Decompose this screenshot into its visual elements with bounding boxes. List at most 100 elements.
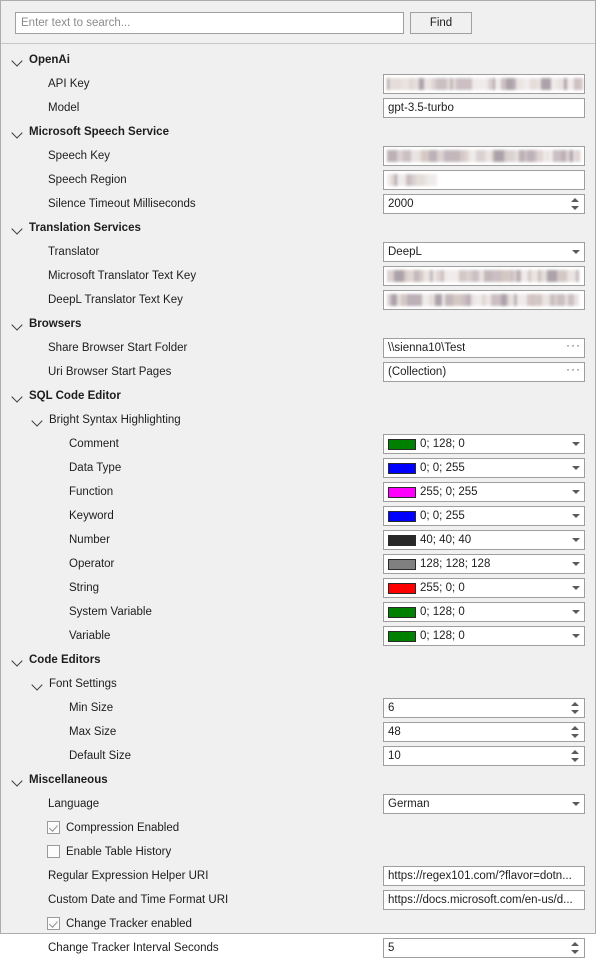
chevron-down-icon[interactable] [572,250,580,254]
property-row-translator[interactable]: Translator DeepL [1,240,595,264]
property-row-change-tracker-interval-seconds[interactable]: Change Tracker Interval Seconds 5 [1,936,595,960]
spinner-down-icon[interactable] [571,710,579,714]
spinner-up-icon[interactable] [571,750,579,754]
chevron-down-icon[interactable] [572,442,580,446]
property-row-operator[interactable]: Operator 128; 128; 128 [1,552,595,576]
chevron-down-icon[interactable] [11,768,25,792]
property-row-system-variable[interactable]: System Variable 0; 128; 0 [1,600,595,624]
text-input-regular-expression-helper-uri[interactable]: https://regex101.com/?flavor=dotn... [383,866,585,886]
secret-input-deepl-translator-text-key[interactable] [383,290,585,310]
color-picker-string[interactable]: 255; 0; 0 [383,578,585,598]
group-row-bright-syntax-highlighting[interactable]: Bright Syntax Highlighting [1,408,595,432]
color-picker-variable[interactable]: 0; 128; 0 [383,626,585,646]
color-picker-data-type[interactable]: 0; 0; 255 [383,458,585,478]
color-picker-system-variable[interactable]: 0; 128; 0 [383,602,585,622]
group-row-microsoft-speech-service[interactable]: Microsoft Speech Service [1,120,595,144]
numeric-input-change-tracker-interval-seconds[interactable]: 5 [383,938,585,958]
group-row-translation-services[interactable]: Translation Services [1,216,595,240]
numeric-input-max-size[interactable]: 48 [383,722,585,742]
property-row-string[interactable]: String 255; 0; 0 [1,576,595,600]
property-row-microsoft-translator-text-key[interactable]: Microsoft Translator Text Key [1,264,595,288]
chevron-down-icon[interactable] [31,408,45,432]
group-row-openai[interactable]: OpenAi [1,48,595,72]
property-row-variable[interactable]: Variable 0; 128; 0 [1,624,595,648]
checkbox-row-enable-table-history[interactable]: Enable Table History [1,840,595,864]
chevron-down-icon[interactable] [572,562,580,566]
checkbox-row-compression-enabled[interactable]: Compression Enabled [1,816,595,840]
spinner-up-icon[interactable] [571,702,579,706]
secret-input-microsoft-translator-text-key[interactable] [383,266,585,286]
chevron-down-icon[interactable] [11,312,25,336]
spinner-up-icon[interactable] [571,726,579,730]
property-row-model[interactable]: Model gpt-3.5-turbo [1,96,595,120]
spinner-down-icon[interactable] [571,734,579,738]
property-row-data-type[interactable]: Data Type 0; 0; 255 [1,456,595,480]
secret-input-speech-region[interactable] [383,170,585,190]
group-row-browsers[interactable]: Browsers [1,312,595,336]
checkbox-checked-icon[interactable] [47,917,60,930]
path-input-uri-browser-start-pages[interactable]: (Collection) ··· [383,362,585,382]
chevron-down-icon[interactable] [31,672,45,696]
chevron-down-icon[interactable] [572,514,580,518]
chevron-down-icon[interactable] [572,802,580,806]
chevron-down-icon[interactable] [11,384,25,408]
spinner-up-icon[interactable] [571,198,579,202]
checkbox-unchecked-icon[interactable] [47,845,60,858]
chevron-down-icon[interactable] [572,634,580,638]
color-picker-comment[interactable]: 0; 128; 0 [383,434,585,454]
spinner-up-icon[interactable] [571,942,579,946]
property-row-function[interactable]: Function 255; 0; 255 [1,480,595,504]
property-grid[interactable]: OpenAi API Key Model gpt-3.5-turbo Microsoft… [1,44,595,958]
property-row-language[interactable]: Language German [1,792,595,816]
spinner-down-icon[interactable] [571,950,579,954]
chevron-down-icon[interactable] [572,490,580,494]
chevron-down-icon[interactable] [11,216,25,240]
property-row-custom-date-and-time-format-uri[interactable]: Custom Date and Time Format URI https://d… [1,888,595,912]
property-row-deepl-translator-text-key[interactable]: DeepL Translator Text Key [1,288,595,312]
find-button[interactable]: Find [410,12,472,34]
color-picker-function[interactable]: 255; 0; 255 [383,482,585,502]
property-row-max-size[interactable]: Max Size 48 [1,720,595,744]
spinner-down-icon[interactable] [571,758,579,762]
secret-input-speech-key[interactable] [383,146,585,166]
secret-input-api-key[interactable] [383,74,585,94]
chevron-down-icon[interactable] [572,610,580,614]
property-row-default-size[interactable]: Default Size 10 [1,744,595,768]
group-row-code-editors[interactable]: Code Editors [1,648,595,672]
group-row-sql-code-editor[interactable]: SQL Code Editor [1,384,595,408]
property-row-uri-browser-start-pages[interactable]: Uri Browser Start Pages (Collection) ··· [1,360,595,384]
ellipsis-button[interactable]: ··· [566,339,581,357]
group-row-miscellaneous[interactable]: Miscellaneous [1,768,595,792]
chevron-down-icon[interactable] [11,120,25,144]
property-row-api-key[interactable]: API Key [1,72,595,96]
chevron-down-icon[interactable] [572,538,580,542]
chevron-down-icon[interactable] [11,48,25,72]
color-picker-number[interactable]: 40; 40; 40 [383,530,585,550]
group-row-font-settings[interactable]: Font Settings [1,672,595,696]
chevron-down-icon[interactable] [572,586,580,590]
property-row-keyword[interactable]: Keyword 0; 0; 255 [1,504,595,528]
numeric-input-silence-timeout-milliseconds[interactable]: 2000 [383,194,585,214]
property-row-min-size[interactable]: Min Size 6 [1,696,595,720]
numeric-input-default-size[interactable]: 10 [383,746,585,766]
chevron-down-icon[interactable] [11,648,25,672]
property-row-regular-expression-helper-uri[interactable]: Regular Expression Helper URI https://reg… [1,864,595,888]
text-input-model[interactable]: gpt-3.5-turbo [383,98,585,118]
property-row-share-browser-start-folder[interactable]: Share Browser Start Folder \\sienna10\Tes… [1,336,595,360]
ellipsis-button[interactable]: ··· [566,363,581,381]
property-row-comment[interactable]: Comment 0; 128; 0 [1,432,595,456]
numeric-input-min-size[interactable]: 6 [383,698,585,718]
property-row-speech-region[interactable]: Speech Region [1,168,595,192]
chevron-down-icon[interactable] [572,466,580,470]
property-row-speech-key[interactable]: Speech Key [1,144,595,168]
checkbox-checked-icon[interactable] [47,821,60,834]
property-row-number[interactable]: Number 40; 40; 40 [1,528,595,552]
path-input-share-browser-start-folder[interactable]: \\sienna10\Test ··· [383,338,585,358]
property-row-silence-timeout-milliseconds[interactable]: Silence Timeout Milliseconds 2000 [1,192,595,216]
spinner-down-icon[interactable] [571,206,579,210]
dropdown-translator[interactable]: DeepL [383,242,585,262]
dropdown-language[interactable]: German [383,794,585,814]
color-picker-operator[interactable]: 128; 128; 128 [383,554,585,574]
color-picker-keyword[interactable]: 0; 0; 255 [383,506,585,526]
checkbox-row-change-tracker-enabled[interactable]: Change Tracker enabled [1,912,595,936]
